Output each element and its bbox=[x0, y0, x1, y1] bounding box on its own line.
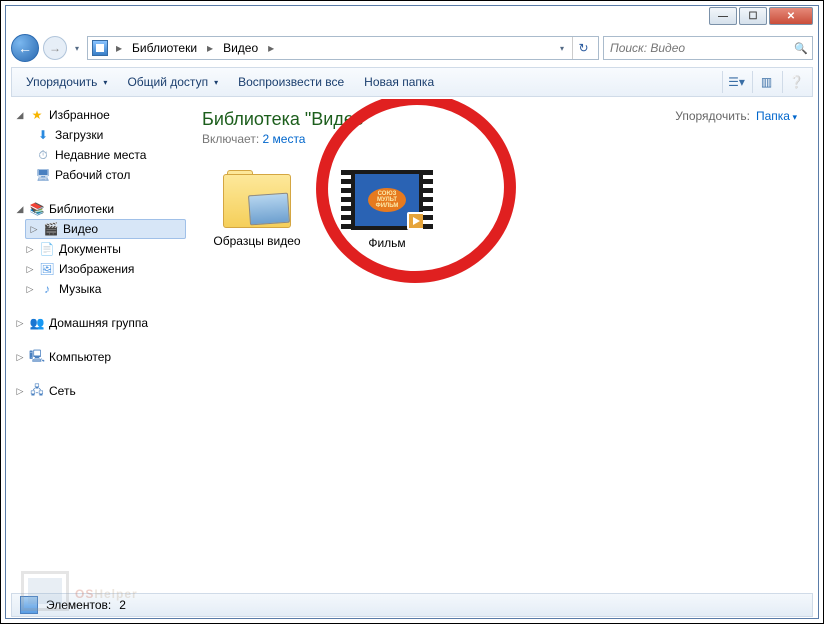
sidebar-item-label: Изображения bbox=[59, 262, 182, 276]
share-button[interactable]: Общий доступ bbox=[121, 71, 224, 93]
expand-icon[interactable]: ▷ bbox=[15, 386, 25, 397]
sidebar-images[interactable]: ▷ Изображения bbox=[11, 259, 186, 279]
separator-icon: ▸ bbox=[112, 41, 126, 55]
library-title: Библиотека "Видео" bbox=[202, 109, 370, 130]
music-icon bbox=[39, 281, 55, 297]
expand-icon[interactable]: ▷ bbox=[29, 224, 39, 235]
sidebar-item-label: Рабочий стол bbox=[55, 168, 182, 182]
expand-icon[interactable]: ▷ bbox=[15, 352, 25, 363]
sidebar-documents[interactable]: ▷ Документы bbox=[11, 239, 186, 259]
library-header: Библиотека "Видео" Включает: 2 места Упо… bbox=[202, 109, 797, 146]
breadcrumb-video[interactable]: Видео bbox=[221, 41, 260, 55]
video-icon bbox=[43, 221, 59, 237]
images-icon bbox=[39, 261, 55, 277]
video-item-film[interactable]: СОЮЗМУЛЬТФИЛЬМ Фильм bbox=[332, 170, 442, 250]
sidebar-desktop[interactable]: Рабочий стол bbox=[11, 165, 186, 185]
sidebar-homegroup[interactable]: ▷ Домашняя группа bbox=[11, 313, 186, 333]
documents-icon bbox=[39, 241, 55, 257]
sidebar-item-label: Домашняя группа bbox=[49, 316, 182, 330]
play-badge-icon bbox=[407, 212, 425, 230]
help-button[interactable]: ❔ bbox=[782, 71, 804, 93]
search-box[interactable] bbox=[603, 36, 813, 60]
refresh-button[interactable] bbox=[572, 37, 594, 59]
content-area: ◢ Избранное Загрузки Недавние места Рабо… bbox=[11, 99, 813, 593]
download-icon bbox=[35, 127, 51, 143]
network-icon bbox=[29, 383, 45, 399]
separator-icon: ▸ bbox=[203, 41, 217, 55]
status-bar: Элементов: 2 bbox=[11, 593, 813, 617]
sidebar-item-label: Документы bbox=[59, 242, 182, 256]
item-label: Образцы видео bbox=[202, 234, 312, 248]
sidebar-item-label: Сеть bbox=[49, 384, 182, 398]
includes-link[interactable]: 2 места bbox=[263, 132, 306, 146]
expand-icon[interactable]: ▷ bbox=[25, 264, 35, 275]
sidebar-favorites[interactable]: ◢ Избранное bbox=[11, 105, 186, 125]
nav-history-dropdown[interactable] bbox=[71, 36, 83, 60]
command-bar: Упорядочить Общий доступ Воспроизвести в… bbox=[11, 67, 813, 97]
status-icon bbox=[20, 596, 38, 614]
search-input[interactable] bbox=[608, 40, 794, 56]
homegroup-icon bbox=[29, 315, 45, 331]
location-icon bbox=[92, 40, 108, 56]
arrange-by: Упорядочить: Папка bbox=[675, 109, 797, 123]
search-icon[interactable] bbox=[794, 41, 808, 55]
maximize-button[interactable] bbox=[739, 7, 767, 25]
breadcrumb-dropdown[interactable] bbox=[556, 36, 568, 60]
separator-icon: ▸ bbox=[264, 41, 278, 55]
item-label: Фильм bbox=[332, 236, 442, 250]
sidebar-computer[interactable]: ▷ Компьютер bbox=[11, 347, 186, 367]
sidebar-downloads[interactable]: Загрузки bbox=[11, 125, 186, 145]
breadcrumb-bar[interactable]: ▸ Библиотеки ▸ Видео ▸ bbox=[87, 36, 599, 60]
sidebar-item-label: Недавние места bbox=[55, 148, 182, 162]
folder-item-samples[interactable]: Образцы видео bbox=[202, 170, 312, 250]
sidebar-video[interactable]: ▷ Видео bbox=[25, 219, 186, 239]
sidebar-item-label: Избранное bbox=[49, 108, 182, 122]
back-button[interactable] bbox=[11, 34, 39, 62]
sidebar-music[interactable]: ▷ Музыка bbox=[11, 279, 186, 299]
includes-label: Включает: bbox=[202, 132, 259, 146]
sidebar-libraries[interactable]: ◢ Библиотеки bbox=[11, 199, 186, 219]
expand-icon[interactable]: ▷ bbox=[15, 318, 25, 329]
expand-icon[interactable]: ▷ bbox=[25, 244, 35, 255]
arrange-label: Упорядочить: bbox=[675, 109, 750, 123]
address-bar: ▸ Библиотеки ▸ Видео ▸ bbox=[11, 33, 813, 63]
sidebar-item-label: Компьютер bbox=[49, 350, 182, 364]
collapse-icon[interactable]: ◢ bbox=[15, 204, 25, 215]
file-view: Библиотека "Видео" Включает: 2 места Упо… bbox=[186, 99, 813, 593]
navigation-pane: ◢ Избранное Загрузки Недавние места Рабо… bbox=[11, 99, 186, 593]
preview-pane-button[interactable]: ▥ bbox=[752, 71, 774, 93]
organize-button[interactable]: Упорядочить bbox=[20, 71, 113, 93]
items-grid: Образцы видео СОЮЗМУЛЬТФИЛЬМ Фильм bbox=[202, 170, 797, 250]
expand-icon[interactable]: ▷ bbox=[25, 284, 35, 295]
recent-icon bbox=[35, 147, 51, 163]
sidebar-network[interactable]: ▷ Сеть bbox=[11, 381, 186, 401]
desktop-icon bbox=[35, 167, 51, 183]
view-options-button[interactable]: ☰▾ bbox=[722, 71, 744, 93]
breadcrumb-libraries[interactable]: Библиотеки bbox=[130, 41, 199, 55]
folder-icon bbox=[221, 170, 293, 228]
sidebar-item-label: Музыка bbox=[59, 282, 182, 296]
forward-button[interactable] bbox=[43, 36, 67, 60]
collapse-icon[interactable]: ◢ bbox=[15, 110, 25, 121]
library-subtitle: Включает: 2 места bbox=[202, 132, 370, 146]
window-controls bbox=[709, 7, 813, 25]
libraries-icon bbox=[29, 201, 45, 217]
arrange-dropdown[interactable]: Папка bbox=[756, 109, 797, 123]
computer-icon bbox=[29, 349, 45, 365]
star-icon bbox=[29, 107, 45, 123]
sidebar-item-label: Библиотеки bbox=[49, 202, 182, 216]
video-file-icon: СОЮЗМУЛЬТФИЛЬМ bbox=[351, 170, 423, 230]
play-all-button[interactable]: Воспроизвести все bbox=[232, 71, 350, 93]
close-button[interactable] bbox=[769, 7, 813, 25]
status-elements-label: Элементов: bbox=[46, 598, 111, 612]
sidebar-item-label: Видео bbox=[63, 222, 182, 236]
sidebar-recent[interactable]: Недавние места bbox=[11, 145, 186, 165]
minimize-button[interactable] bbox=[709, 7, 737, 25]
new-folder-button[interactable]: Новая папка bbox=[358, 71, 440, 93]
status-count: 2 bbox=[119, 598, 126, 612]
explorer-window: ▸ Библиотеки ▸ Видео ▸ Упорядочить Общий… bbox=[0, 0, 824, 624]
sidebar-item-label: Загрузки bbox=[55, 128, 182, 142]
